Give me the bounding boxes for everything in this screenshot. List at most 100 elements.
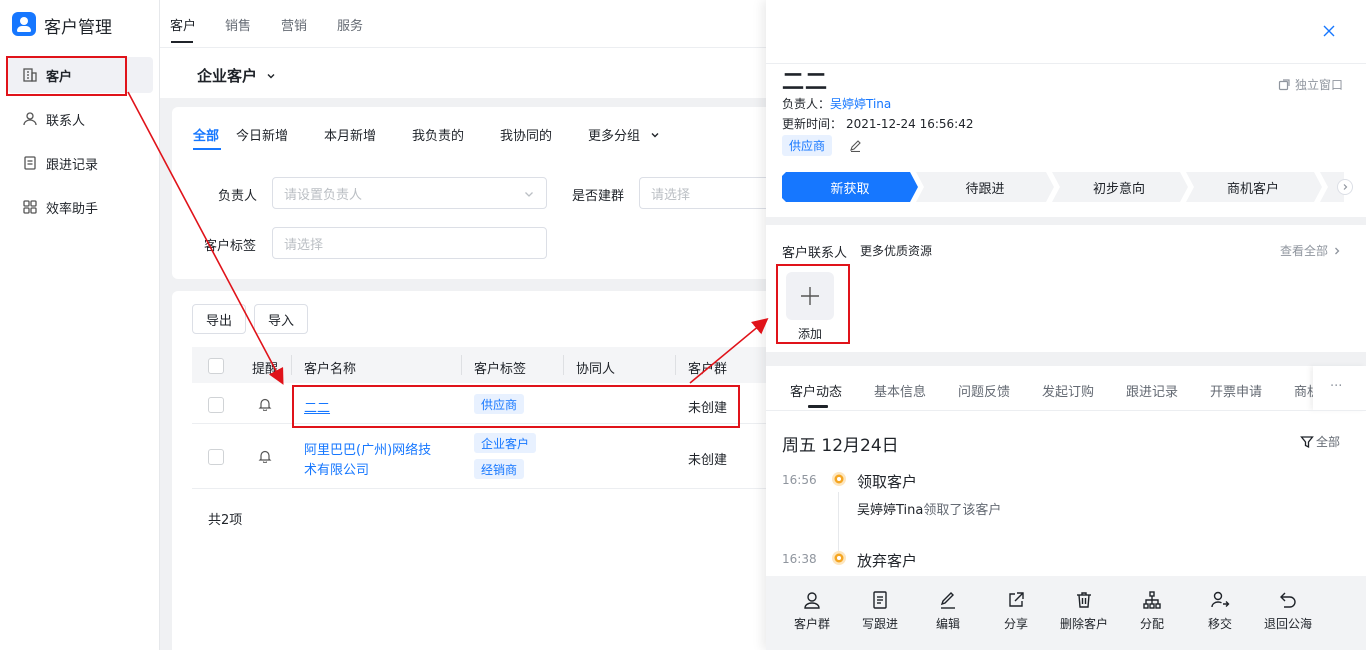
col-divider xyxy=(675,355,676,375)
stage-label: 新获取 xyxy=(830,181,870,197)
timeline-time: 16:38 xyxy=(782,552,817,566)
col-divider xyxy=(461,355,462,375)
action-label: 编辑 xyxy=(935,617,960,631)
stage-scroll-right-button[interactable] xyxy=(1337,179,1353,195)
action-write-followup[interactable]: 写跟进 xyxy=(850,590,910,632)
standalone-window-button[interactable]: 独立窗口 xyxy=(1278,76,1343,93)
timeline-filter[interactable]: 全部 xyxy=(1300,433,1340,450)
filter-tab-all[interactable]: 全部 xyxy=(193,125,219,144)
bell-icon[interactable] xyxy=(258,397,272,411)
group-placeholder: 请选择 xyxy=(651,187,691,203)
more-dots: ··· xyxy=(1330,379,1343,394)
import-button[interactable]: 导入 xyxy=(254,304,308,334)
row-checkbox[interactable] xyxy=(208,397,224,413)
sidebar-item-contacts[interactable]: 联系人 xyxy=(8,101,153,137)
owner-filter-label: 负责人 xyxy=(218,189,258,204)
tab-order[interactable]: 发起订购 xyxy=(1042,381,1094,400)
drawer-customer-tag: 供应商 xyxy=(782,135,833,156)
customer-name-link[interactable]: 阿里巴巴(广州)网络技 xyxy=(304,439,431,458)
view-all-label: 查看全部 xyxy=(1280,244,1329,258)
sidebar-item-efficiency[interactable]: 效率助手 xyxy=(8,189,153,225)
chevron-down-icon xyxy=(525,192,533,197)
group-filter-label: 是否建群 xyxy=(572,189,625,204)
person-icon xyxy=(22,111,38,127)
action-return-pool[interactable]: 退回公海 xyxy=(1258,590,1318,632)
customer-group-status: 未创建 xyxy=(688,453,728,468)
drawer-header-divider xyxy=(766,63,1366,64)
filter-tab-collab[interactable]: 我协同的 xyxy=(500,125,552,144)
filter-tab-month[interactable]: 本月新增 xyxy=(324,125,376,144)
pencil-icon[interactable] xyxy=(849,139,862,152)
tab-service[interactable]: 服务 xyxy=(337,15,363,34)
filter-all-label: 全部 xyxy=(1316,435,1341,449)
sidebar-item-label: 联系人 xyxy=(46,113,86,129)
action-label: 写跟进 xyxy=(861,617,898,631)
filter-tab-today[interactable]: 今日新增 xyxy=(236,125,288,144)
total-count: 共2项 xyxy=(208,513,243,528)
timeline-title: 领取客户 xyxy=(857,473,918,491)
owner-line: 负责人：吴婷婷Tina xyxy=(782,95,891,112)
trash-icon xyxy=(1077,592,1091,608)
pencil-icon xyxy=(940,592,955,609)
customer-type-label: 企业客户 xyxy=(197,67,258,85)
tabs-more-button[interactable]: ··· xyxy=(1313,366,1366,410)
more-groups-label: 更多分组 xyxy=(588,129,641,144)
action-delete-customer[interactable]: 删除客户 xyxy=(1054,590,1114,632)
action-label: 退回公海 xyxy=(1263,617,1312,631)
stage-label: 商机客户 xyxy=(1226,181,1279,197)
tab-followups[interactable]: 跟进记录 xyxy=(1126,381,1178,400)
section-separator xyxy=(766,217,1366,225)
owner-placeholder: 请设置负责人 xyxy=(284,187,363,203)
customer-type-select[interactable]: 企业客户 xyxy=(197,65,276,86)
filter-tab-mine[interactable]: 我负责的 xyxy=(412,125,464,144)
popout-icon xyxy=(1278,79,1290,91)
tab-bar-divider xyxy=(766,410,1366,411)
action-share[interactable]: 分享 xyxy=(986,590,1046,632)
select-all-checkbox[interactable] xyxy=(208,358,224,374)
action-assign[interactable]: 分配 xyxy=(1122,590,1182,632)
tab-underline xyxy=(171,41,193,43)
filter-tab-more-groups[interactable]: 更多分组 xyxy=(588,125,660,144)
action-transfer[interactable]: 移交 xyxy=(1190,590,1250,632)
tab-invoice[interactable]: 开票申请 xyxy=(1210,381,1262,400)
more-resources-link[interactable]: 更多优质资源 xyxy=(860,242,932,259)
app-logo-icon xyxy=(12,12,36,36)
updated-label: 更新时间： xyxy=(782,117,843,131)
tab-sales[interactable]: 销售 xyxy=(225,15,251,34)
timeline-time: 16:56 xyxy=(782,473,817,487)
tab-basic-info[interactable]: 基本信息 xyxy=(874,381,926,400)
group-icon xyxy=(804,592,820,609)
tab-feedback[interactable]: 问题反馈 xyxy=(958,381,1010,400)
action-label: 移交 xyxy=(1207,617,1232,631)
sidebar-item-followups[interactable]: 跟进记录 xyxy=(8,145,153,181)
action-customer-group[interactable]: 客户群 xyxy=(782,590,842,632)
tag-select[interactable]: 请选择 xyxy=(272,227,547,259)
action-edit[interactable]: 编辑 xyxy=(918,590,978,632)
tag-filter-label: 客户标签 xyxy=(204,239,257,254)
customer-tag: 经销商 xyxy=(474,459,525,479)
share-icon xyxy=(1009,592,1024,607)
drawer-customer-name: 二二 xyxy=(782,70,829,95)
row-checkbox[interactable] xyxy=(208,449,224,465)
customer-name-link-line2[interactable]: 术有限公司 xyxy=(304,459,369,478)
action-label: 删除客户 xyxy=(1059,617,1108,631)
row-divider xyxy=(192,488,766,489)
col-customer-tags: 客户标签 xyxy=(474,362,527,377)
tab-customer-activity[interactable]: 客户动态 xyxy=(790,381,842,400)
owner-label: 负责人： xyxy=(782,97,831,111)
group-select[interactable]: 请选择 xyxy=(639,177,766,209)
col-divider xyxy=(563,355,564,375)
tab-customers[interactable]: 客户 xyxy=(170,15,196,34)
tab-marketing[interactable]: 营销 xyxy=(281,15,307,34)
stage-label: 初步意向 xyxy=(1092,181,1145,197)
view-all-link[interactable]: 查看全部 xyxy=(1280,242,1342,259)
owner-link[interactable]: 吴婷婷Tina xyxy=(830,97,891,111)
bell-icon[interactable] xyxy=(258,449,272,463)
close-icon[interactable] xyxy=(1321,23,1337,39)
col-reminder: 提醒 xyxy=(252,362,279,377)
updated-line: 更新时间： 2021-12-24 16:56:42 xyxy=(782,115,973,132)
action-label: 分享 xyxy=(1003,617,1028,631)
owner-select[interactable]: 请设置负责人 xyxy=(272,177,547,209)
export-button[interactable]: 导出 xyxy=(192,304,246,334)
filter-tab-underline xyxy=(193,148,221,150)
